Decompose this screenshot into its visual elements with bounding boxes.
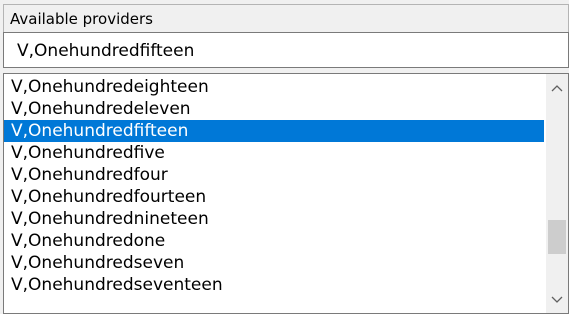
list-item[interactable]: V,Onehundredseven	[4, 252, 544, 274]
available-providers-label: Available providers	[10, 10, 153, 28]
list-item[interactable]: V,Onehundredfour	[4, 164, 544, 186]
list-item-selected[interactable]: V,Onehundredfifteen	[4, 120, 544, 142]
scroll-down-button[interactable]	[546, 289, 568, 311]
list-item[interactable]: V,Onehundredfourteen	[4, 186, 544, 208]
provider-picker: Available providers V,Onehundredfifteen …	[0, 0, 569, 314]
vertical-scrollbar[interactable]	[546, 74, 568, 313]
list-item[interactable]: V,Onehundrednineteen	[4, 208, 544, 230]
chevron-up-icon	[551, 85, 563, 92]
scroll-thumb[interactable]	[548, 219, 566, 254]
selected-provider-value: V,Onehundredfifteen	[17, 41, 195, 61]
list-item[interactable]: V,Onehundredseventeen	[4, 274, 544, 296]
selected-provider-field[interactable]: V,Onehundredfifteen	[3, 32, 569, 68]
list-item[interactable]: V,Onehundredfive	[4, 142, 544, 164]
scroll-up-button[interactable]	[546, 77, 568, 99]
list-item[interactable]: V,Onehundredone	[4, 230, 544, 252]
list-item[interactable]: V,Onehundredeleven	[4, 98, 544, 120]
providers-list: V,Onehundredeighteen V,Onehundredeleven …	[4, 76, 544, 296]
chevron-down-icon	[551, 296, 563, 303]
providers-listbox[interactable]: V,Onehundredeighteen V,Onehundredeleven …	[3, 73, 569, 314]
available-providers-header: Available providers	[3, 4, 569, 32]
list-item[interactable]: V,Onehundredeighteen	[4, 76, 544, 98]
